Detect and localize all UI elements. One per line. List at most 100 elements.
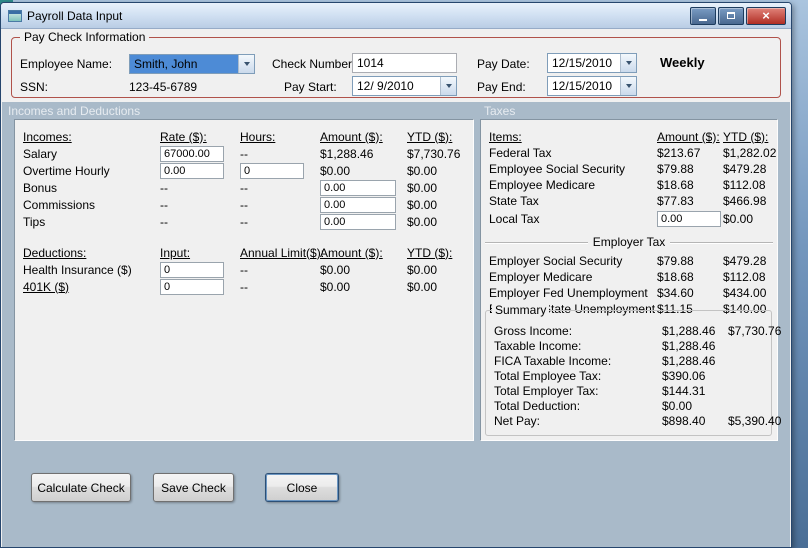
row-ytd: $479.28 — [723, 254, 767, 268]
row-label: Total Employer Tax: — [494, 383, 599, 398]
summary-row-net-pay: Net Pay: $898.40 $5,390.40 — [486, 413, 781, 428]
calculate-check-button[interactable]: Calculate Check — [31, 473, 131, 502]
row-amount: $213.67 — [657, 146, 701, 160]
employee-name-label: Employee Name: — [20, 57, 113, 71]
minimize-button[interactable] — [690, 6, 716, 25]
401k-amount: $0.00 — [320, 279, 351, 294]
paycheck-group-label: Pay Check Information — [20, 30, 150, 44]
pay-start-chevron-down-icon[interactable] — [440, 77, 456, 95]
pay-date-chevron-down-icon[interactable] — [620, 54, 636, 72]
salary-hours: -- — [240, 146, 248, 161]
bonus-ytd: $0.00 — [407, 180, 438, 195]
close-button[interactable]: × — [746, 6, 786, 25]
commissions-hours: -- — [240, 197, 248, 212]
pay-end-picker[interactable]: 12/15/2010 — [547, 76, 637, 96]
close-check-button[interactable]: Close — [265, 473, 339, 502]
row-label: Total Employee Tax: — [494, 368, 602, 383]
row-label: State Tax — [489, 194, 539, 208]
bonus-hours: -- — [240, 180, 248, 195]
health-insurance-input[interactable] — [160, 261, 224, 278]
row-label: Local Tax — [489, 212, 540, 226]
payroll-window: Payroll Data Input × Pay Check Informati… — [0, 2, 792, 548]
local-tax-input[interactable] — [657, 211, 721, 227]
pay-start-picker[interactable]: 12/ 9/2010 — [352, 76, 457, 96]
col-annual-limit: Annual Limit($): — [240, 245, 325, 260]
bonus-amount-input[interactable] — [320, 179, 396, 196]
check-number-input[interactable] — [352, 53, 457, 73]
income-row-salary: Salary -- $1,288.46 $7,730.76 — [15, 145, 473, 162]
maximize-button[interactable] — [718, 6, 744, 25]
summary-row-total-employee-tax: Total Employee Tax: $390.06 — [486, 368, 771, 383]
row-label: Health Insurance ($) — [23, 262, 132, 277]
row-label: Bonus — [23, 180, 58, 195]
row-ytd: $479.28 — [723, 162, 767, 176]
titlebar[interactable]: Payroll Data Input × — [1, 3, 791, 29]
minimize-icon — [699, 18, 707, 21]
row-amount: $0.00 — [662, 398, 693, 413]
summary-row-fica-taxable-income: FICA Taxable Income: $1,288.46 — [486, 353, 771, 368]
incomes-header-row: Incomes: Rate ($): Hours: Amount ($): YT… — [15, 128, 473, 145]
overtime-rate-input[interactable] — [160, 162, 224, 179]
row-amount: $18.68 — [657, 270, 694, 284]
tax-row-employee-medicare: Employee Medicare $18.68 $112.08 — [481, 177, 777, 193]
row-label: Salary — [23, 146, 58, 161]
employee-name-chevron-down-icon[interactable] — [238, 55, 254, 73]
tips-rate: -- — [160, 214, 168, 229]
pay-start-value: 12/ 9/2010 — [357, 79, 414, 93]
tax-row-employer-fed-unemployment: Employer Fed Unemployment $34.60 $434.00 — [481, 285, 777, 301]
col-amount: Amount ($): — [320, 245, 383, 260]
app-icon — [8, 9, 22, 22]
row-ytd: $466.98 — [723, 194, 767, 208]
pay-date-picker[interactable]: 12/15/2010 — [547, 53, 637, 73]
col-deductions: Deductions: — [23, 245, 87, 260]
deduction-row-401k: 401K ($) -- $0.00 $0.00 — [15, 278, 473, 295]
tips-amount-input[interactable] — [320, 213, 396, 230]
pay-frequency-label: Weekly — [660, 55, 705, 70]
401k-limit: -- — [240, 279, 248, 294]
col-rate: Rate ($): — [160, 129, 207, 144]
row-amount: $79.88 — [657, 254, 694, 268]
summary-group: Summary Gross Income: $1,288.46 $7,730.7… — [485, 303, 781, 436]
commissions-ytd: $0.00 — [407, 197, 438, 212]
row-label: Gross Income: — [494, 323, 573, 338]
employer-tax-divider: Employer Tax — [485, 233, 773, 251]
ssn-label: SSN: — [20, 80, 49, 94]
row-ytd: $0.00 — [723, 212, 754, 226]
row-label: Total Deduction: — [494, 398, 581, 413]
row-label: Overtime Hourly — [23, 163, 110, 178]
col-ytd: YTD ($): — [407, 129, 453, 144]
row-label: Employee Medicare — [489, 178, 596, 192]
deduction-row-health-insurance: Health Insurance ($) -- $0.00 $0.00 — [15, 261, 473, 278]
pay-date-value: 12/15/2010 — [552, 56, 613, 70]
commissions-rate: -- — [160, 197, 168, 212]
row-ytd: $7,730.76 — [728, 323, 782, 338]
summary-row-taxable-income: Taxable Income: $1,288.46 — [486, 338, 771, 353]
pay-end-chevron-down-icon[interactable] — [620, 77, 636, 95]
commissions-amount-input[interactable] — [320, 196, 396, 213]
401k-input[interactable] — [160, 278, 224, 295]
row-label: Employer Social Security — [489, 254, 623, 268]
col-items: Items: — [489, 129, 522, 144]
health-limit: -- — [240, 262, 248, 277]
overtime-amount: $0.00 — [320, 163, 351, 178]
pay-end-label: Pay End: — [477, 80, 526, 94]
health-ytd: $0.00 — [407, 262, 438, 277]
row-label: Employee Social Security — [489, 162, 626, 176]
tax-row-employer-social-security: Employer Social Security $79.88 $479.28 — [481, 253, 777, 269]
save-check-button[interactable]: Save Check — [153, 473, 234, 502]
overtime-hours-input[interactable] — [240, 162, 304, 179]
401k-link[interactable]: 401K ($) — [23, 280, 160, 294]
salary-rate-input[interactable] — [160, 145, 224, 162]
row-amount: $1,288.46 — [662, 323, 716, 338]
row-amount: $79.88 — [657, 162, 694, 176]
bonus-rate: -- — [160, 180, 168, 195]
pay-date-label: Pay Date: — [477, 57, 530, 71]
income-row-bonus: Bonus -- -- $0.00 — [15, 179, 473, 196]
row-ytd: $5,390.40 — [728, 413, 782, 428]
employee-name-select[interactable]: Smith, John — [129, 54, 255, 74]
row-ytd: $112.08 — [723, 270, 766, 284]
maximize-icon — [727, 12, 735, 19]
row-amount: $1,288.46 — [662, 338, 716, 353]
row-label: Net Pay: — [494, 413, 541, 428]
row-ytd: $112.08 — [723, 178, 766, 192]
